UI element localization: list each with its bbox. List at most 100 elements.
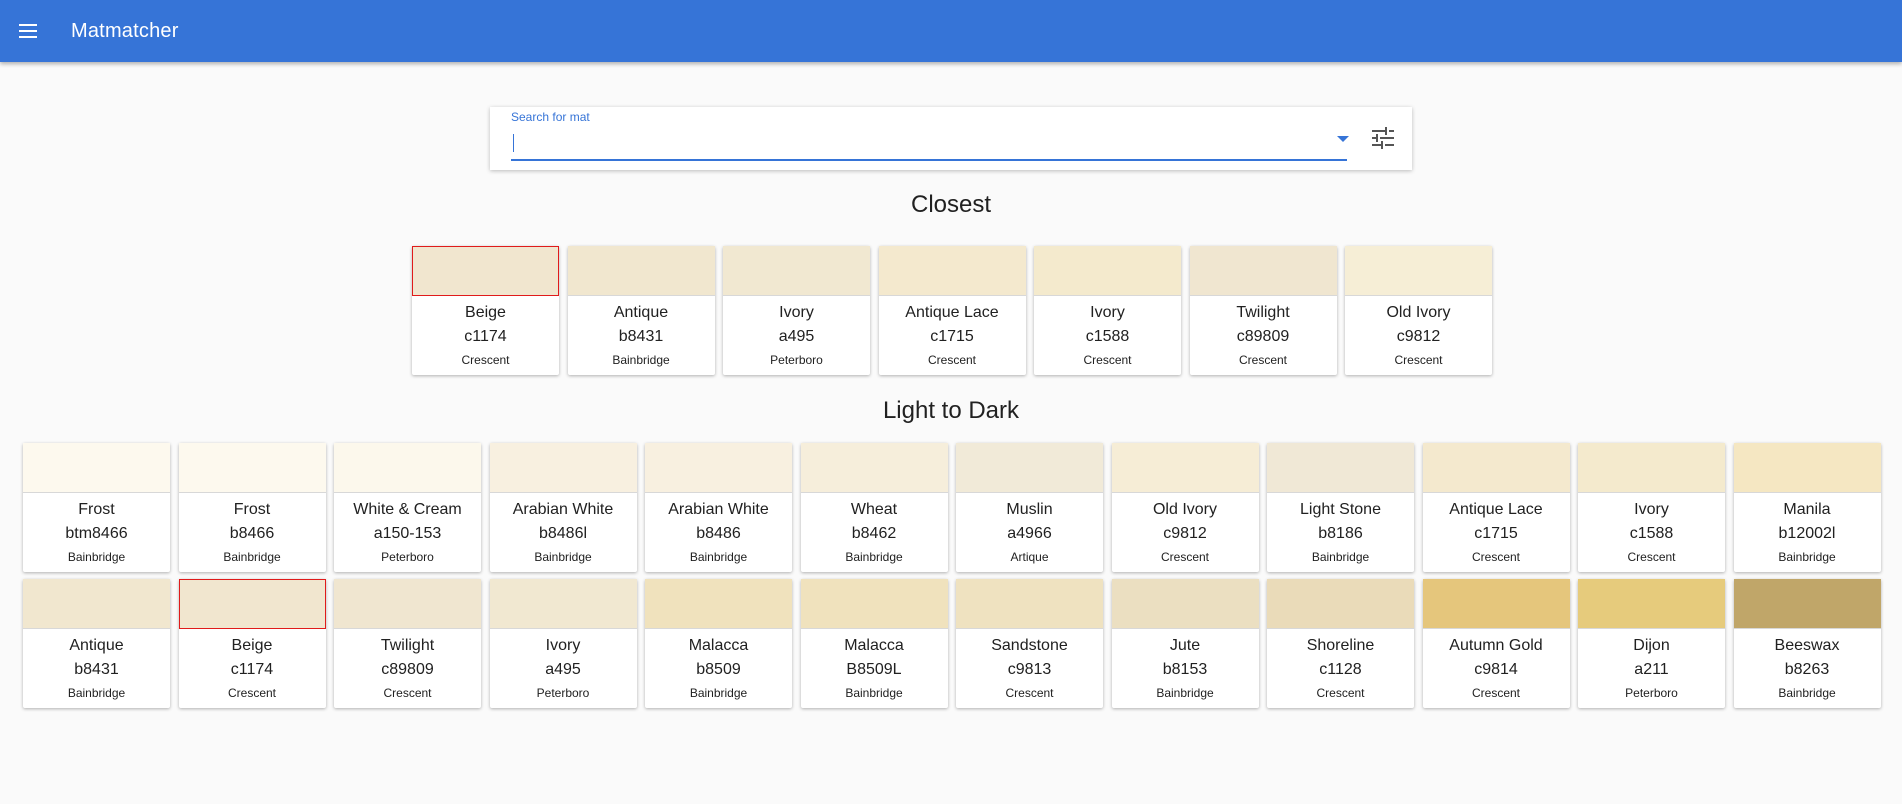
search-input[interactable]	[511, 127, 1347, 161]
closest-title: Closest	[910, 191, 992, 218]
mat-code: b8486	[696, 525, 741, 542]
mat-code: c1715	[930, 328, 974, 345]
mat-name: Antique Lace	[905, 304, 999, 321]
mat-name: Beeswax	[1774, 637, 1840, 654]
mat-name: Old Ivory	[1152, 501, 1217, 518]
mat-code: b8466	[229, 525, 275, 542]
mat-name: Dijon	[1633, 637, 1670, 654]
mat-brand: Bainbridge	[689, 686, 748, 700]
mat-brand: Crescent	[383, 686, 432, 700]
mat-code: btm8466	[65, 525, 128, 542]
mat-brand: Peterboro	[381, 550, 434, 564]
mat-card[interactable]: Beige c1174 Crescent	[412, 246, 559, 375]
mat-name: Twilight	[1236, 304, 1290, 321]
mat-card[interactable]: Manila b12002l Bainbridge	[1733, 443, 1881, 572]
mat-code: c9812	[1163, 525, 1207, 542]
mat-card[interactable]: Twilight c89809 Crescent	[334, 579, 481, 708]
mat-card[interactable]: Antique Lace c1715 Crescent	[1422, 443, 1570, 572]
mat-card[interactable]: Ivory c1588 Crescent	[1578, 443, 1725, 572]
mat-swatch	[1578, 443, 1725, 493]
mat-card[interactable]: Arabian White b8486l Bainbridge	[489, 443, 637, 572]
menu-icon[interactable]	[14, 11, 41, 51]
mat-swatch	[878, 246, 1026, 296]
mat-swatch	[1422, 443, 1570, 493]
mat-name: Frost	[233, 501, 271, 518]
mat-card[interactable]: Dijon a211 Peterboro	[1578, 579, 1725, 708]
mat-name: Jute	[1169, 637, 1201, 654]
mat-name: Antique Lace	[1449, 501, 1543, 518]
mat-code: c1715	[1474, 525, 1518, 542]
mat-card[interactable]: Ivory a495 Peterboro	[723, 246, 870, 375]
mat-card[interactable]: Frost b8466 Bainbridge	[178, 443, 326, 572]
mat-brand: Peterboro	[770, 353, 823, 367]
mat-brand: Crescent	[1316, 686, 1365, 700]
mat-code: a4966	[1007, 525, 1052, 542]
mat-card[interactable]: Light Stone b8186 Bainbridge	[1267, 443, 1414, 572]
mat-card[interactable]: Antique b8431 Bainbridge	[23, 579, 170, 708]
mat-card[interactable]: Beeswax b8263 Bainbridge	[1733, 579, 1881, 708]
mat-brand: Crescent	[1238, 353, 1288, 367]
mat-card[interactable]: Muslin a4966 Artique	[956, 443, 1103, 572]
mat-brand: Bainbridge	[67, 686, 126, 700]
mat-code: b8186	[1318, 525, 1363, 542]
mat-swatch	[1345, 246, 1492, 296]
mat-name: Malacca	[688, 637, 749, 654]
mat-card[interactable]: Ivory c1588 Crescent	[1034, 246, 1181, 375]
mat-brand: Bainbridge	[1778, 550, 1836, 564]
mat-card[interactable]: Autumn Gold c9814 Crescent	[1422, 579, 1570, 708]
mat-swatch	[1111, 443, 1259, 493]
mat-card[interactable]: Old Ivory c9812 Crescent	[1345, 246, 1492, 375]
mat-card[interactable]: White & Cream a150-153 Peterboro	[334, 443, 481, 572]
mat-code: c1174	[230, 661, 274, 678]
mat-swatch	[1267, 443, 1414, 493]
mat-swatch	[800, 443, 948, 493]
mat-card[interactable]: Sandstone c9813 Crescent	[956, 579, 1103, 708]
mat-card[interactable]: Beige c1174 Crescent	[178, 579, 326, 708]
mat-card[interactable]: Old Ivory c9812 Crescent	[1111, 443, 1259, 572]
arrow-drop-down-icon[interactable]	[1337, 136, 1349, 142]
mat-card[interactable]: Wheat b8462 Bainbridge	[800, 443, 948, 572]
mat-swatch	[956, 579, 1103, 629]
mat-swatch	[1267, 579, 1414, 629]
mat-card[interactable]: Malacca B8509L Bainbridge	[800, 579, 948, 708]
mat-name: Beige	[465, 304, 506, 321]
mat-code: b8486l	[538, 525, 588, 542]
mat-card[interactable]: Jute b8153 Bainbridge	[1111, 579, 1259, 708]
mat-swatch	[489, 443, 637, 493]
mat-swatch	[1189, 246, 1337, 296]
mat-swatch	[1733, 443, 1881, 493]
mat-card[interactable]: Ivory a495 Peterboro	[489, 579, 637, 708]
mat-name: Wheat	[850, 501, 898, 518]
mat-name: Antique	[613, 304, 669, 321]
app-bar: Matmatcher	[0, 0, 1902, 62]
mat-swatch	[23, 579, 170, 629]
mat-card[interactable]: Shoreline c1128 Crescent	[1267, 579, 1414, 708]
mat-card[interactable]: Malacca b8509 Bainbridge	[645, 579, 792, 708]
mat-brand: Crescent	[1005, 686, 1054, 700]
mat-brand: Bainbridge	[689, 550, 748, 564]
mat-name: Antique	[69, 637, 124, 654]
mat-card[interactable]: Antique Lace c1715 Crescent	[878, 246, 1026, 375]
mat-swatch	[1034, 246, 1181, 296]
app-title: Matmatcher	[71, 19, 179, 42]
mat-brand: Crescent	[1471, 550, 1521, 564]
mat-card[interactable]: Antique b8431 Bainbridge	[567, 246, 715, 375]
mat-code: b8153	[1162, 661, 1208, 678]
mat-name: Ivory	[779, 304, 814, 321]
mat-name: Malacca	[844, 637, 904, 654]
mat-card[interactable]: Twilight c89809 Crescent	[1189, 246, 1337, 375]
mat-swatch	[645, 443, 792, 493]
mat-swatch	[334, 443, 481, 493]
mat-card[interactable]: Frost btm8466 Bainbridge	[23, 443, 170, 572]
tune-icon[interactable]	[1371, 127, 1395, 149]
mat-code: c1128	[1319, 661, 1362, 678]
mat-swatch	[178, 443, 326, 493]
mat-name: Manila	[1783, 501, 1831, 518]
mat-swatch	[489, 579, 637, 629]
mat-brand: Crescent	[1160, 550, 1210, 564]
mat-name: Ivory	[1634, 501, 1669, 518]
mat-swatch	[1111, 579, 1259, 629]
mat-swatch	[956, 443, 1103, 493]
mat-card[interactable]: Arabian White b8486 Bainbridge	[645, 443, 792, 572]
light-to-dark-title: Light to Dark	[882, 397, 1020, 424]
